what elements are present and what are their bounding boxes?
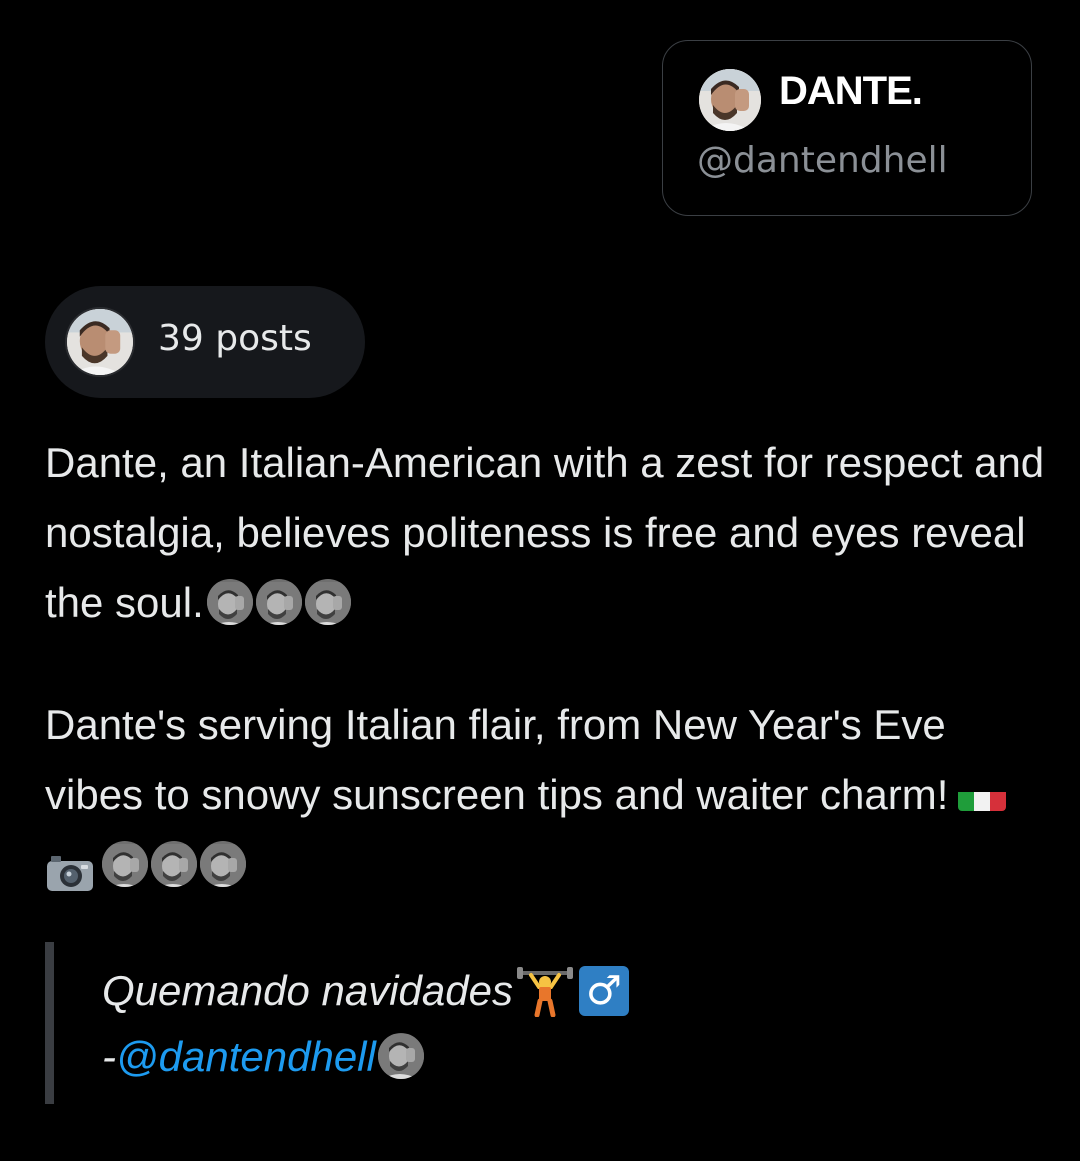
avatar	[67, 309, 133, 375]
bio-text: Dante, an Italian-American with a zest f…	[45, 428, 1045, 900]
posts-count-pill[interactable]: 39 posts	[45, 286, 365, 398]
avatar-photo-icon	[67, 309, 133, 375]
face-emoji-icon	[304, 578, 351, 625]
quote-text: Quemando navidades	[102, 967, 513, 1014]
face-emoji-icon	[255, 578, 302, 625]
quote-bar	[45, 942, 54, 1104]
mention-link[interactable]: @dantendhell	[116, 1033, 376, 1080]
posts-count: 39 posts	[158, 318, 312, 359]
male-sign-icon: ♂	[578, 965, 629, 1016]
user-handle[interactable]: @dantendhell	[697, 139, 948, 182]
quote-line-2: -@dantendhell	[102, 1024, 629, 1090]
bio-paragraph-2-text: Dante's serving Italian flair, from New …	[45, 701, 949, 818]
quote-line-1: Quemando navidades ♂	[102, 958, 629, 1024]
quote-dash: -	[102, 1033, 116, 1080]
bio-paragraph-1-text: Dante, an Italian-American with a zest f…	[45, 439, 1045, 626]
camera-icon	[45, 844, 95, 891]
avatar[interactable]	[699, 69, 761, 131]
bio-paragraph-1: Dante, an Italian-American with a zest f…	[45, 428, 1045, 638]
italy-flag-icon	[958, 777, 1007, 811]
bio-paragraph-2: Dante's serving Italian flair, from New …	[45, 690, 1045, 900]
face-emoji-icon	[151, 840, 197, 887]
quote-block: Quemando navidades ♂ -@dantendhell	[102, 958, 629, 1090]
face-emoji-icon	[206, 578, 253, 625]
face-emoji-icon	[200, 840, 246, 887]
face-emoji-icon	[377, 1032, 424, 1079]
display-name[interactable]: DANTE.	[779, 71, 923, 111]
weightlifter-icon	[515, 965, 575, 1018]
avatar-photo-icon	[699, 69, 761, 131]
profile-card[interactable]: DANTE. @dantendhell	[662, 40, 1032, 216]
face-emoji-icon	[102, 840, 148, 887]
